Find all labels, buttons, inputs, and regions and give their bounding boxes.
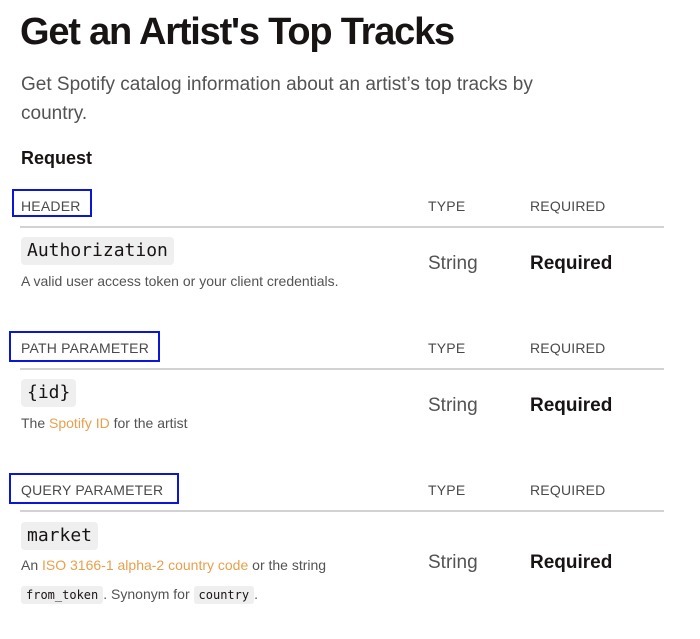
description-text: . <box>254 586 258 602</box>
header-divider <box>20 226 664 228</box>
param-description-market: An ISO 3166-1 alpha-2 country code or th… <box>21 551 401 610</box>
param-description-id: The Spotify ID for the artist <box>21 409 421 438</box>
required-column-label: REQUIRED <box>530 340 606 356</box>
param-required-authorization: Required <box>530 253 613 274</box>
page-title: Get an Artist's Top Tracks <box>20 11 455 53</box>
header-section: HEADER TYPE REQUIRED Authorization A val… <box>0 189 700 309</box>
query-parameter-section: QUERY PARAMETER TYPE REQUIRED market An … <box>0 473 700 623</box>
param-name-authorization: Authorization <box>21 237 174 265</box>
param-type-id: String <box>428 395 478 416</box>
param-name-id: {id} <box>21 379 77 407</box>
param-description-authorization: A valid user access token or your client… <box>21 273 339 289</box>
description-text: or the string <box>248 557 327 573</box>
type-column-label: TYPE <box>428 482 466 498</box>
param-name-market: market <box>21 522 99 550</box>
description-text: An <box>21 557 43 573</box>
from-token-code: from_token <box>21 586 104 604</box>
param-required-id: Required <box>530 395 613 416</box>
path-parameter-divider <box>20 368 664 370</box>
query-parameter-columns: QUERY PARAMETER TYPE REQUIRED <box>0 473 700 513</box>
type-column-label: TYPE <box>428 340 466 356</box>
query-parameter-divider <box>20 510 664 512</box>
required-column-label: REQUIRED <box>530 198 606 214</box>
country-code: country <box>193 586 255 604</box>
iso-country-code-link[interactable]: ISO 3166-1 alpha-2 country code <box>42 557 248 573</box>
description-text: The <box>21 415 50 431</box>
path-parameter-label: PATH PARAMETER <box>21 340 150 356</box>
param-type-authorization: String <box>428 253 478 274</box>
description-text: for the artist <box>109 415 188 431</box>
path-parameter-columns: PATH PARAMETER TYPE REQUIRED <box>0 331 700 371</box>
path-parameter-section: PATH PARAMETER TYPE REQUIRED {id} The Sp… <box>0 331 700 451</box>
query-parameter-label: QUERY PARAMETER <box>21 482 164 498</box>
header-label: HEADER <box>21 198 81 214</box>
request-heading: Request <box>21 148 93 168</box>
page-description: Get Spotify catalog information about an… <box>21 74 533 124</box>
type-column-label: TYPE <box>428 198 466 214</box>
param-required-market: Required <box>530 552 613 573</box>
param-type-market: String <box>428 552 478 573</box>
description-text: . Synonym for <box>103 586 194 602</box>
header-section-columns: HEADER TYPE REQUIRED <box>0 189 700 229</box>
spotify-id-link[interactable]: Spotify ID <box>49 415 110 431</box>
required-column-label: REQUIRED <box>530 482 606 498</box>
